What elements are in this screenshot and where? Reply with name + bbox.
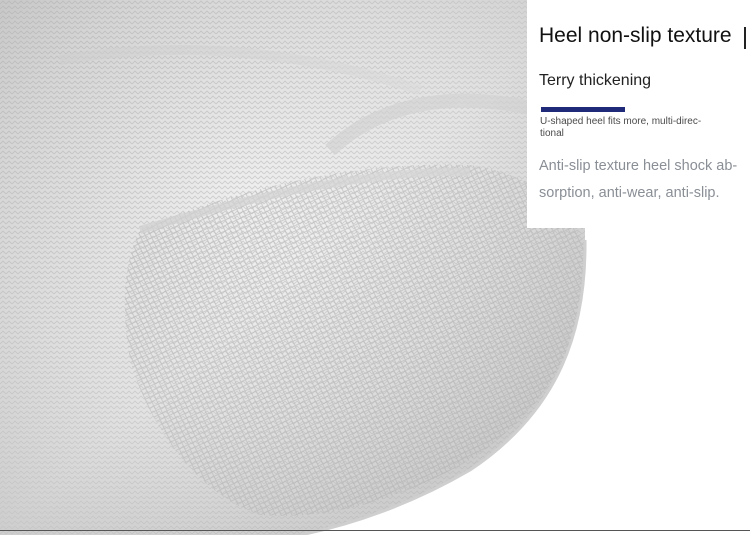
feature-title: Heel non-slip texture — [539, 24, 732, 47]
bottom-divider — [0, 530, 750, 531]
bracket-mark — [744, 27, 750, 49]
feature-subtitle: Terry thickening — [539, 72, 652, 89]
feature-description: Anti-slip texture heel shock ab- sorptio… — [539, 158, 738, 201]
feature-note: U-shaped heel fits more, multi-direc- ti… — [540, 116, 702, 139]
accent-bar — [541, 107, 625, 112]
